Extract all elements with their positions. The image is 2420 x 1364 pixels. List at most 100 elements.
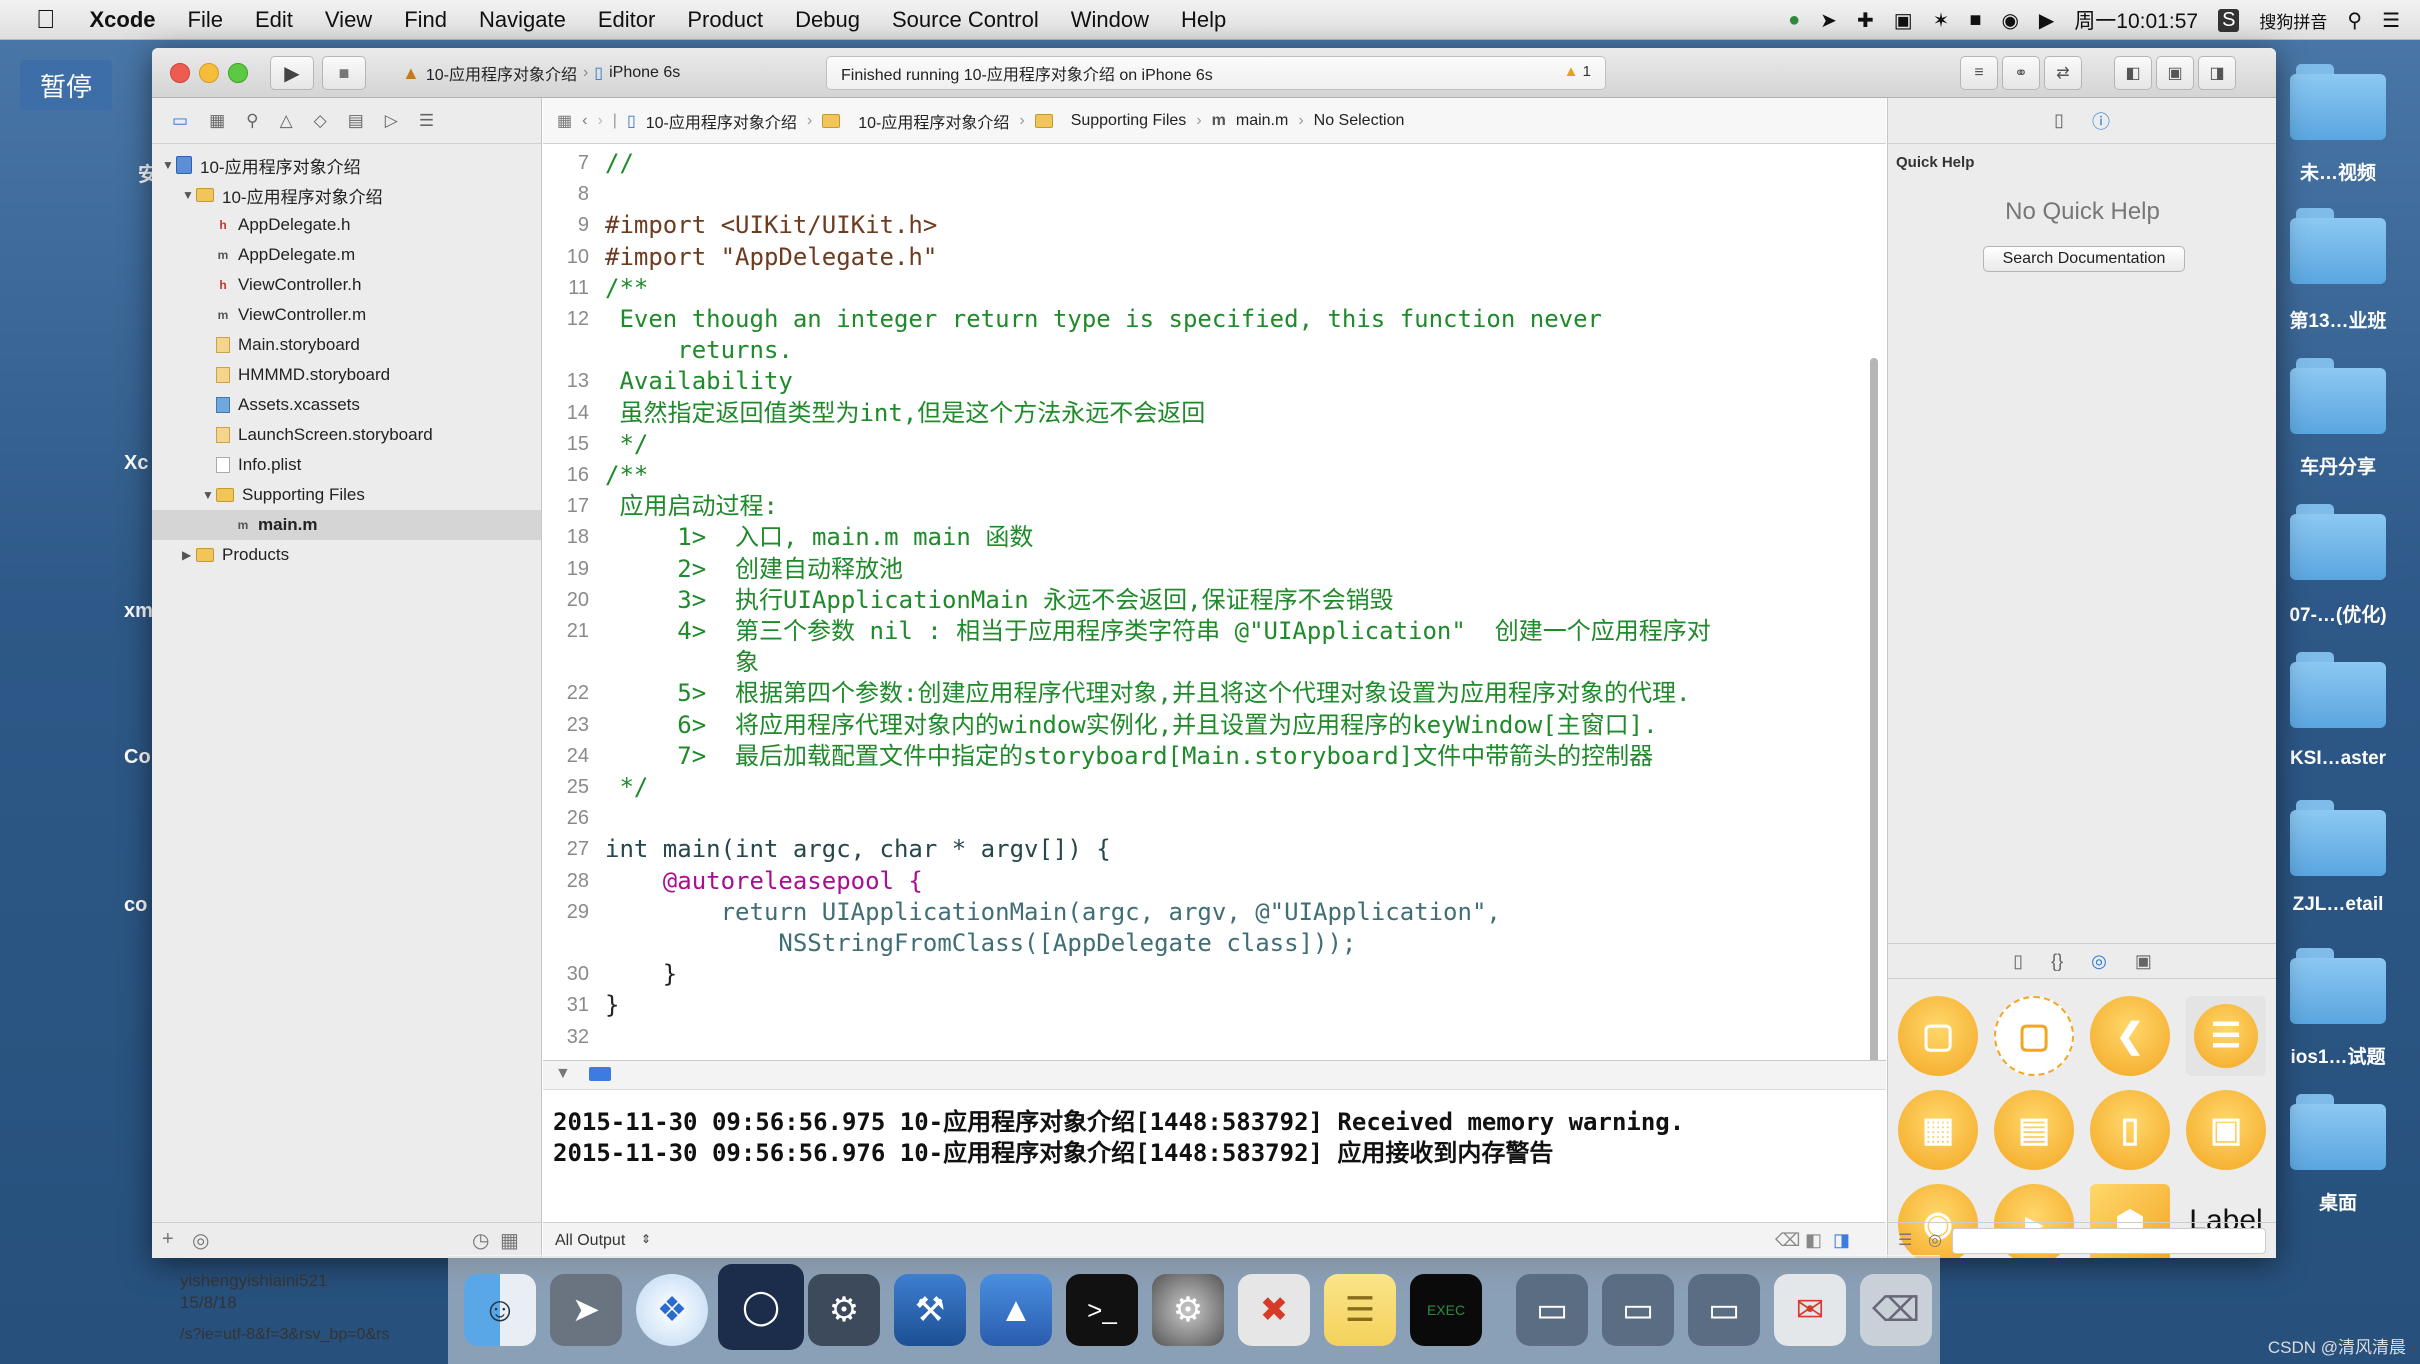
close-button[interactable]	[170, 63, 190, 83]
page-view-controller-icon[interactable]: ▯	[2090, 1090, 2170, 1170]
tree-row[interactable]: ▶ Products	[152, 540, 541, 570]
xcode-icon[interactable]: ⚒	[894, 1274, 966, 1346]
menu-find[interactable]: Find	[404, 7, 447, 33]
zoom-button[interactable]	[228, 63, 248, 83]
minimize-button[interactable]	[199, 63, 219, 83]
menu-source-control[interactable]: Source Control	[892, 7, 1039, 33]
tree-row[interactable]: h ViewController.h	[152, 270, 541, 300]
folder-label[interactable]: 桌面	[2260, 1188, 2416, 1215]
breadcrumb-group[interactable]: 10-应用程序对象介绍	[858, 109, 1009, 133]
folder-label[interactable]: KSI…aster	[2260, 748, 2416, 770]
add-icon[interactable]: +	[162, 1228, 174, 1251]
finder-icon[interactable]: ☺	[464, 1274, 536, 1346]
back-icon[interactable]: ‹	[582, 112, 587, 130]
folder-icon[interactable]	[2290, 946, 2386, 1024]
menu-clock[interactable]: 周一10:01:57	[2074, 5, 2198, 35]
trash-icon[interactable]: ⌫	[1860, 1274, 1932, 1346]
tree-row[interactable]: LaunchScreen.storyboard	[152, 420, 541, 450]
forward-icon[interactable]: ›	[597, 112, 602, 130]
collection-view-controller-icon[interactable]: ▦	[1898, 1090, 1978, 1170]
xmind-icon[interactable]: ✖	[1238, 1274, 1310, 1346]
glkit-view-controller-icon[interactable]: ▣	[2186, 1090, 2266, 1170]
folder-icon[interactable]	[2290, 650, 2386, 728]
help-icon[interactable]: ⓘ	[2092, 108, 2110, 134]
code-area[interactable]: 7 // 8 9 #import <UIKit/UIKit.h> 10 #import "A…	[543, 144, 1886, 1060]
tree-row[interactable]: HMMMD.storyboard	[152, 360, 541, 390]
navigation-controller-icon[interactable]: ❮	[2090, 996, 2170, 1076]
menu-file[interactable]: File	[188, 7, 223, 33]
symbol-nav-icon[interactable]: ▦	[209, 111, 225, 131]
instruments-icon[interactable]: ▲	[980, 1274, 1052, 1346]
file-inspector-icon[interactable]: ▯	[2054, 110, 2064, 131]
location-icon[interactable]: ➤	[1820, 8, 1837, 33]
input-method-label[interactable]: 搜狗拼音	[2259, 8, 2327, 33]
camera-icon[interactable]: ▣	[1894, 8, 1913, 33]
tree-row[interactable]: m ViewController.m	[152, 300, 541, 330]
tree-row[interactable]: ▼ Supporting Files	[152, 480, 541, 510]
disclosure-closed-icon[interactable]: ▶	[182, 548, 196, 562]
launchpad-icon[interactable]: ➤	[550, 1274, 622, 1346]
folder-label[interactable]: ios1…试题	[2260, 1042, 2416, 1069]
tree-row[interactable]: h AppDelegate.h	[152, 210, 541, 240]
test-nav-icon[interactable]: ◇	[314, 111, 327, 131]
split-left-icon[interactable]: ◧	[1805, 1230, 1822, 1251]
tree-row[interactable]: m main.m	[152, 510, 541, 540]
folder-nav-icon[interactable]: ▭	[172, 111, 188, 131]
search-icon[interactable]: ⚲	[2347, 8, 2362, 33]
folder-icon[interactable]	[2290, 206, 2386, 284]
folder-icon[interactable]	[2290, 62, 2386, 140]
issue-nav-icon[interactable]: △	[280, 111, 293, 131]
folder-icon[interactable]	[2290, 502, 2386, 580]
folder-label[interactable]: 未…视频	[2260, 158, 2416, 185]
search-documentation-button[interactable]: Search Documentation	[1983, 246, 2185, 272]
tree-row[interactable]: ▼ 10-应用程序对象介绍	[152, 150, 541, 180]
disclosure-open-icon[interactable]: ▼	[182, 188, 196, 202]
list-view-icon[interactable]: ☰	[1898, 1230, 1912, 1250]
editor-scrollbar[interactable]	[1870, 358, 1878, 1098]
tree-row[interactable]: m AppDelegate.m	[152, 240, 541, 270]
pause-badge[interactable]: 暂停	[20, 60, 112, 110]
bluetooth-icon[interactable]: ✶	[1933, 8, 1950, 33]
lock-icon[interactable]: ■	[1969, 9, 1981, 32]
stickies-icon[interactable]: ☰	[1324, 1274, 1396, 1346]
tree-row[interactable]: Assets.xcassets	[152, 390, 541, 420]
filter-icon[interactable]: ◎	[1928, 1230, 1942, 1250]
disclosure-open-icon[interactable]: ▼	[162, 158, 176, 172]
toggle-debug-button[interactable]: ▣	[2156, 56, 2194, 90]
code-snippet-icon[interactable]: {}	[2051, 951, 2063, 972]
scm-filter-icon[interactable]: ▦	[500, 1228, 519, 1253]
menu-product[interactable]: Product	[687, 7, 763, 33]
standard-editor-button[interactable]: ≡	[1960, 56, 1998, 90]
library-filter-input[interactable]	[1952, 1228, 2266, 1254]
tab-bar-controller-icon[interactable]: ▤	[1994, 1090, 2074, 1170]
recent-item[interactable]: yishengyishiaini521 15/8/18 /s?ie=utf-8&…	[180, 1270, 389, 1346]
hide-debug-icon[interactable]: ▼	[555, 1065, 571, 1083]
split-right-icon[interactable]: ◨	[1833, 1230, 1850, 1251]
mouse-app-icon[interactable]: ◯	[718, 1264, 804, 1350]
safari-icon[interactable]: ❖	[636, 1274, 708, 1346]
trash-icon[interactable]: ⌫	[1775, 1230, 1800, 1251]
report-nav-icon[interactable]: ☰	[419, 111, 434, 131]
menu-help[interactable]: Help	[1181, 7, 1226, 33]
system-preferences-icon[interactable]: ⚙	[1152, 1274, 1224, 1346]
menu-window[interactable]: Window	[1071, 7, 1149, 33]
breakpoints-icon[interactable]	[589, 1067, 611, 1081]
warning-count[interactable]: ▲ 1	[1564, 63, 1591, 80]
desktop-window-icon[interactable]: ▭	[1516, 1274, 1588, 1346]
tree-row[interactable]: Main.storyboard	[152, 330, 541, 360]
filter-icon[interactable]: ◎	[192, 1228, 209, 1253]
run-button[interactable]: ▶	[270, 56, 314, 90]
folder-label[interactable]: 07-…(优化)	[2260, 600, 2416, 627]
folder-label[interactable]: 第13…业班	[2260, 306, 2416, 333]
terminal-icon[interactable]: >_	[1066, 1274, 1138, 1346]
status-icon[interactable]: ●	[1788, 9, 1800, 32]
view-controller-object-icon[interactable]: ▢	[1898, 996, 1978, 1076]
folder-icon[interactable]	[2290, 798, 2386, 876]
toggle-utilities-button[interactable]: ◨	[2198, 56, 2236, 90]
breadcrumb-supporting-files[interactable]: Supporting Files	[1071, 112, 1187, 130]
tree-row[interactable]: ▼ 10-应用程序对象介绍	[152, 180, 541, 210]
apple-icon[interactable]: 	[36, 4, 56, 35]
folder-icon[interactable]	[2290, 356, 2386, 434]
breadcrumb-project[interactable]: 10-应用程序对象介绍	[646, 109, 797, 133]
wifi-icon[interactable]: ◉	[2001, 8, 2018, 33]
